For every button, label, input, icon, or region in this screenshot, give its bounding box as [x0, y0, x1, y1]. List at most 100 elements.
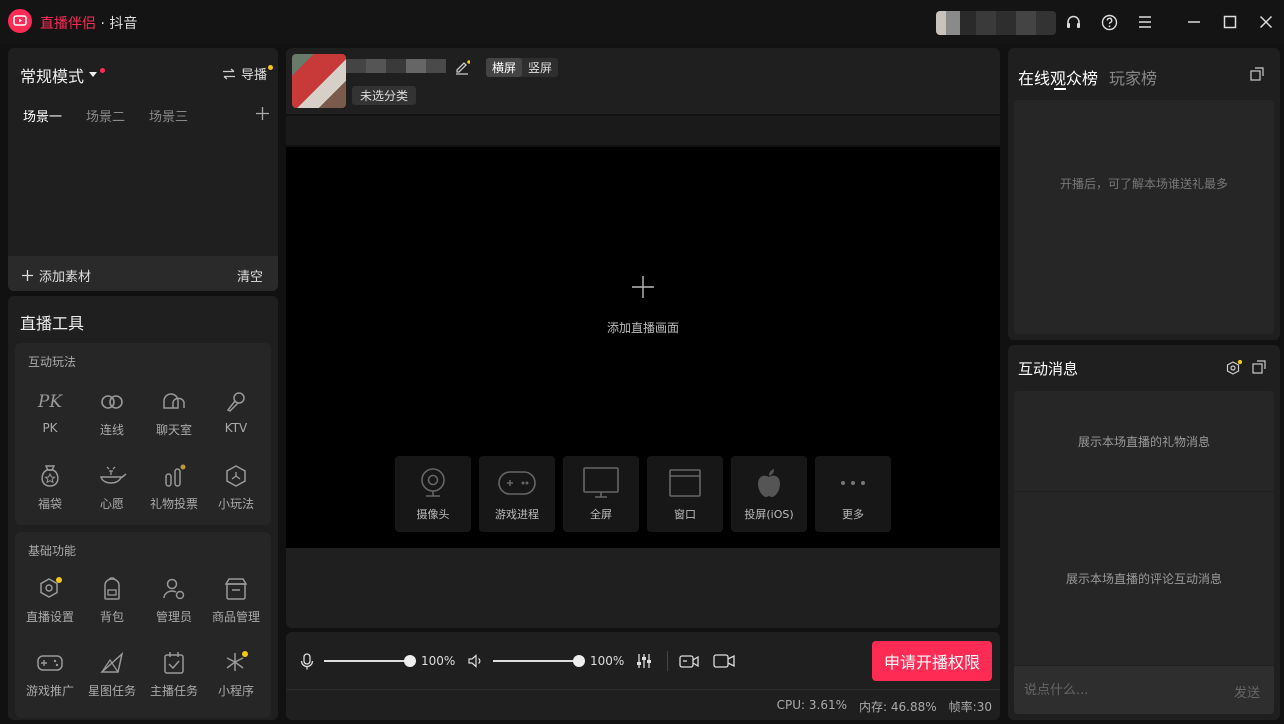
tool-products[interactable]: 商品管理: [205, 574, 267, 625]
source-label: 摄像头: [416, 508, 450, 521]
source-buttons: 摄像头 游戏进程 全屏 窗口 投屏(iOS) 更多: [395, 456, 891, 532]
material-bar: 添加素材 清空: [8, 256, 278, 291]
webcam-icon: [420, 466, 446, 500]
apple-icon: [756, 466, 782, 500]
app-platform: 抖音: [109, 16, 138, 32]
edit-title-icon[interactable]: [454, 59, 470, 75]
backpack-icon: [81, 574, 143, 604]
headset-icon[interactable]: [1063, 12, 1083, 32]
clear-button[interactable]: 清空: [237, 266, 263, 285]
tool-label: 主播任务: [149, 684, 198, 698]
messages-panel: 互动消息 展示本场直播的礼物消息 展示本场直播的评论互动消息 发送: [1008, 345, 1280, 720]
chat-input-bar: 发送: [1014, 666, 1274, 714]
category-tag[interactable]: 未选分类: [352, 86, 417, 105]
tool-backpack[interactable]: 背包: [81, 574, 143, 625]
microphone-icon[interactable]: [300, 653, 314, 670]
tab-scene-2[interactable]: 场景二: [86, 106, 125, 125]
tool-mini-game[interactable]: 小玩法: [205, 461, 267, 512]
speaker-icon[interactable]: [468, 654, 483, 668]
speaker-volume-slider[interactable]: [493, 655, 585, 667]
maximize-icon[interactable]: [1220, 12, 1240, 32]
app-brand: 直播伴侣: [40, 16, 96, 32]
gamepad-icon: [19, 648, 81, 678]
apply-live-permission-button[interactable]: 申请开播权限: [872, 641, 992, 681]
control-divider: [667, 651, 668, 671]
video-camera-icon[interactable]: [713, 653, 735, 669]
help-icon[interactable]: [1099, 12, 1119, 32]
camera-effects-icon[interactable]: [679, 653, 699, 669]
tool-label: PK: [42, 421, 58, 435]
game-controller-icon: [498, 466, 536, 500]
mini-program-icon: [205, 648, 267, 678]
scene-tabs: 场景一 场景二 场景三: [23, 106, 188, 125]
guide-label: 导播: [241, 68, 268, 83]
source-ios-cast[interactable]: 投屏(iOS): [731, 456, 807, 532]
message-settings-icon[interactable]: [1226, 360, 1242, 376]
tool-lucky-bag[interactable]: 福袋: [19, 461, 81, 512]
tool-label: 福袋: [37, 497, 62, 511]
tool-admin[interactable]: 管理员: [143, 574, 205, 625]
tab-player-rank[interactable]: 玩家榜: [1109, 65, 1157, 89]
mini-game-icon: [205, 461, 267, 491]
tool-label: 小玩法: [217, 497, 254, 511]
speaker-volume-value: 100%: [590, 654, 625, 668]
tool-connect[interactable]: 连线: [81, 387, 143, 438]
mic-volume-handle[interactable]: [404, 655, 416, 667]
mic-volume-slider[interactable]: [324, 655, 416, 667]
add-scene-plus-icon[interactable]: [632, 276, 654, 298]
tool-wish[interactable]: 心愿: [81, 461, 143, 512]
close-icon[interactable]: [1256, 12, 1276, 32]
rank-list: 开播后，可了解本场谁送礼最多: [1014, 100, 1274, 334]
title-bar: 直播伴侣 · 抖音: [0, 0, 1284, 44]
speaker-volume-handle[interactable]: [573, 655, 585, 667]
chat-input[interactable]: [1024, 680, 1204, 700]
tool-host-task[interactable]: 主播任务: [143, 648, 205, 699]
tool-label: 直播设置: [25, 610, 74, 624]
send-button[interactable]: 发送: [1234, 682, 1260, 701]
tool-label: 星图任务: [87, 684, 136, 698]
tool-live-settings[interactable]: 直播设置: [19, 574, 81, 625]
status-bar: CPU: 3.61% 内存: 46.88% 帧率:30: [777, 698, 992, 715]
minimize-icon[interactable]: [1184, 12, 1204, 32]
source-camera[interactable]: 摄像头: [395, 456, 471, 532]
tool-ktv[interactable]: KTV: [205, 387, 267, 435]
tool-mini-program[interactable]: 小程序: [205, 648, 267, 699]
mode-selector[interactable]: 常规模式: [20, 63, 106, 87]
basic-section: 基础功能 直播设置 背包 管理员 商品管理 游戏推广 星图任务 主播任务 小程序: [15, 532, 271, 718]
chatroom-icon: [143, 387, 205, 417]
tool-label: KTV: [224, 421, 248, 435]
tool-star-task[interactable]: 星图任务: [81, 648, 143, 699]
tool-chatroom[interactable]: 聊天室: [143, 387, 205, 438]
popout-icon[interactable]: [1250, 67, 1264, 81]
orientation-landscape[interactable]: 横屏: [486, 58, 523, 77]
tab-scene-1[interactable]: 场景一: [23, 106, 62, 125]
source-fullscreen[interactable]: 全屏: [563, 456, 639, 532]
add-scene-icon[interactable]: [256, 107, 269, 120]
menu-icon[interactable]: [1135, 12, 1155, 32]
admin-user-icon: [143, 574, 205, 604]
tab-online-audience[interactable]: 在线观众榜: [1018, 65, 1098, 89]
tab-scene-3[interactable]: 场景三: [149, 106, 188, 125]
rank-panel: 在线观众榜 玩家榜 开播后，可了解本场谁送礼最多: [1008, 48, 1280, 340]
source-game-process[interactable]: 游戏进程: [479, 456, 555, 532]
scene-panel: 常规模式 导播 场景一 场景二 场景三 添加素材 清空: [8, 48, 278, 291]
tool-label: 连线: [99, 423, 124, 437]
preview-bottom-area: [286, 548, 1000, 628]
popout-icon[interactable]: [1252, 360, 1266, 374]
star-map-icon: [81, 648, 143, 678]
source-window[interactable]: 窗口: [647, 456, 723, 532]
source-more[interactable]: 更多: [815, 456, 891, 532]
stream-cover-thumbnail[interactable]: [292, 54, 346, 108]
orientation-portrait[interactable]: 竖屏: [522, 58, 558, 77]
tool-game-promo[interactable]: 游戏推广: [19, 648, 81, 699]
add-material-button[interactable]: 添加素材: [22, 266, 91, 285]
user-account[interactable]: [936, 11, 1056, 35]
guide-button[interactable]: 导播: [222, 64, 274, 83]
preview-canvas[interactable]: 添加直播画面 摄像头 游戏进程 全屏 窗口 投屏(iOS) 更多: [286, 147, 1000, 548]
status-divider: [286, 689, 1000, 690]
guide-notify-dot: [268, 65, 274, 70]
tool-pk[interactable]: PK PK: [19, 387, 81, 435]
tool-gift-vote[interactable]: 礼物投票: [143, 461, 205, 512]
mixer-icon[interactable]: [636, 653, 652, 669]
active-tab-indicator: [1054, 88, 1066, 90]
